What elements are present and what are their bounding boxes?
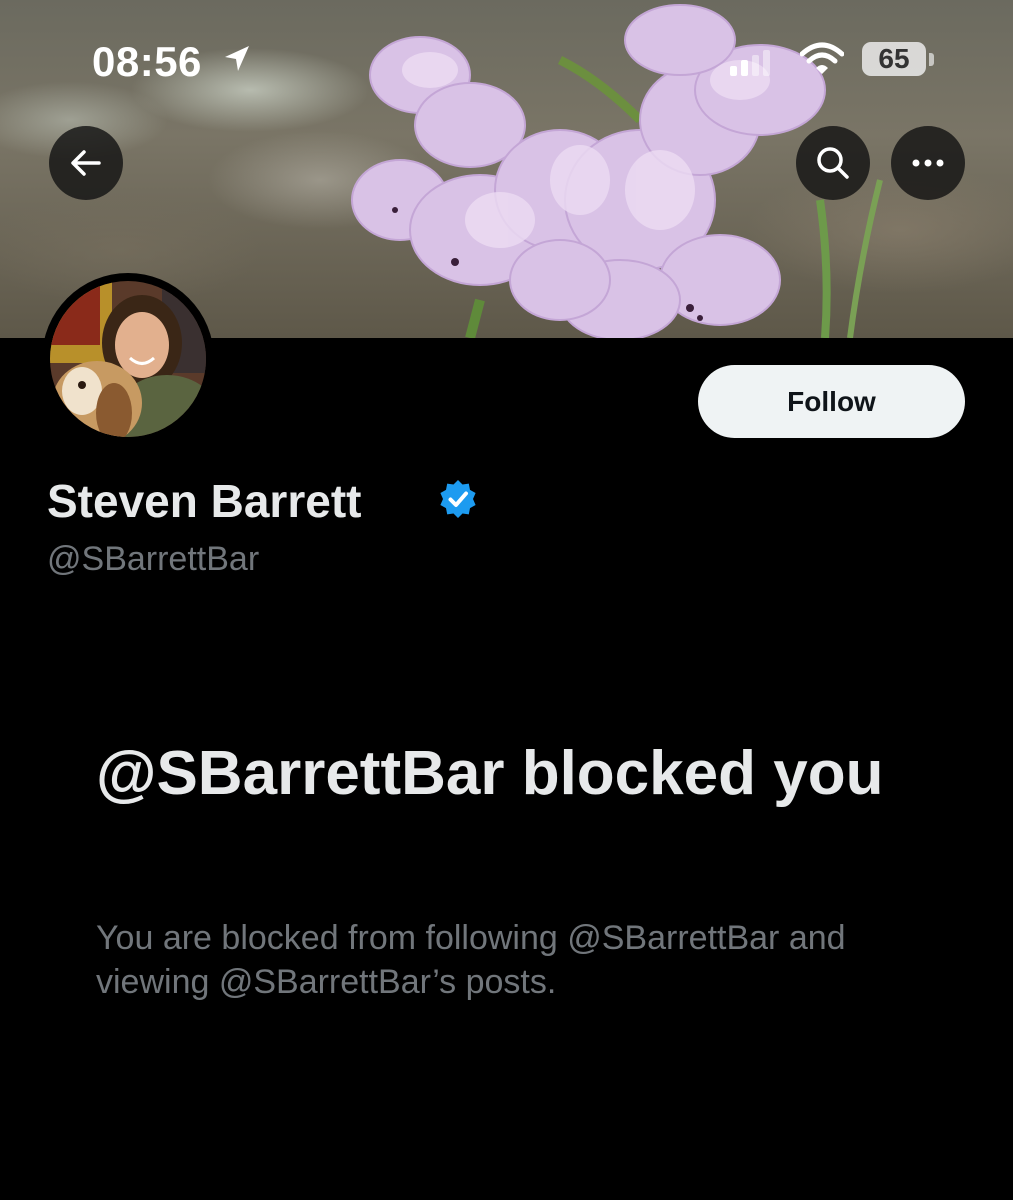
follow-button[interactable]: Follow	[698, 365, 965, 438]
search-icon	[817, 147, 849, 179]
verified-badge-icon[interactable]	[437, 478, 479, 525]
back-arrow-icon	[71, 150, 101, 176]
blocked-title: @SBarrettBar blocked you	[96, 739, 884, 808]
avatar[interactable]	[42, 273, 214, 445]
avatar-image	[50, 281, 206, 437]
battery-tip	[929, 53, 934, 66]
status-time: 08:56	[92, 38, 202, 85]
battery-indicator: 65	[862, 42, 926, 76]
location-arrow-icon	[222, 44, 252, 79]
back-button[interactable]	[49, 126, 123, 200]
blocked-description: You are blocked from following @SBarrett…	[96, 919, 846, 1001]
search-button[interactable]	[796, 126, 870, 200]
cellular-signal-icon	[730, 50, 774, 83]
more-icon	[912, 159, 944, 167]
profile-handle: @SBarrettBar	[47, 540, 260, 578]
more-button[interactable]	[891, 126, 965, 200]
display-name: Steven Barrett	[47, 475, 362, 527]
wifi-icon	[799, 42, 845, 81]
